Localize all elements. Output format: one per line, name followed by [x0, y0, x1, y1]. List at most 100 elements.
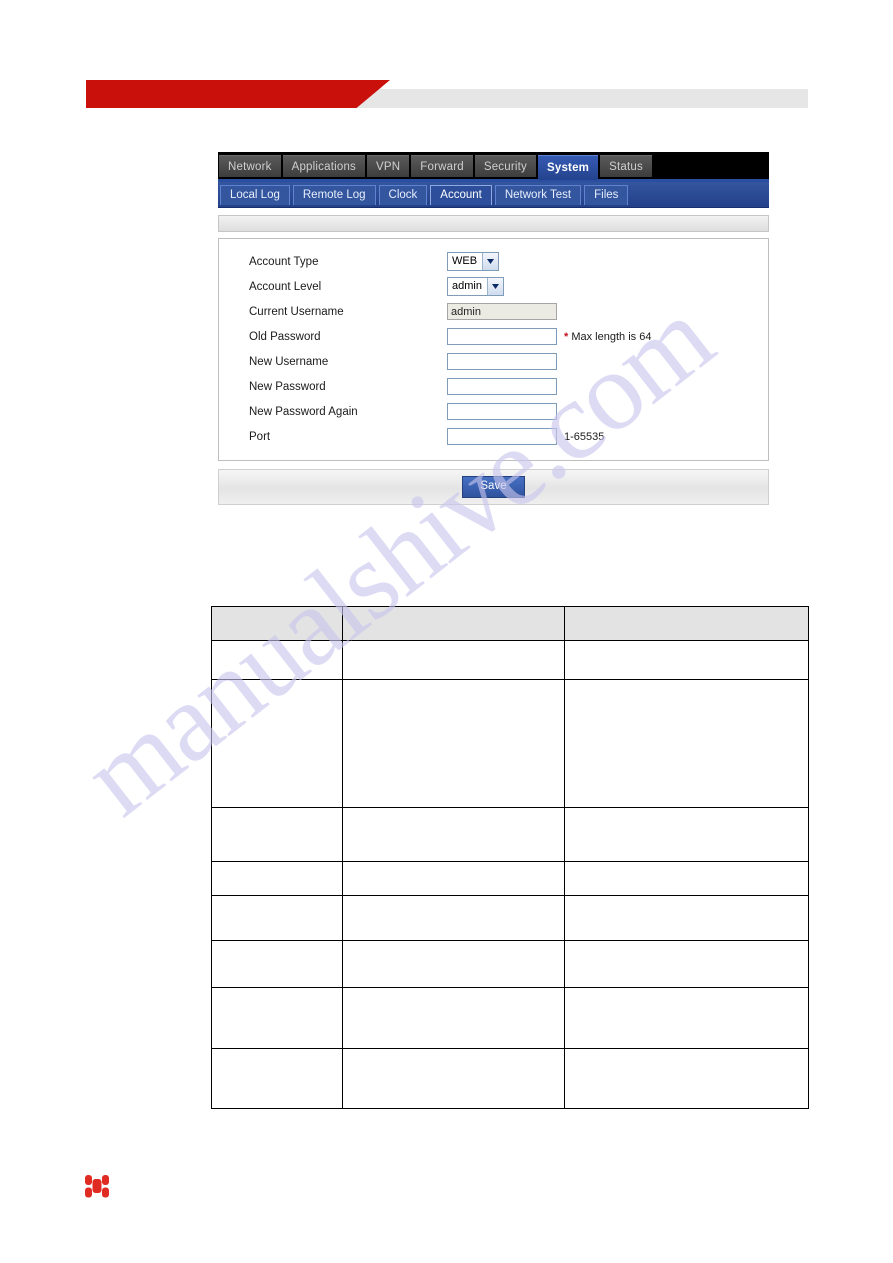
router-web-ui-screenshot: Network Applications VPN Forward Security Sys… — [218, 152, 769, 505]
panel-title-bar — [218, 215, 769, 232]
table-header-row — [210, 606, 810, 641]
label-account-type: Account Type — [249, 255, 319, 268]
main-tab-system[interactable]: System — [537, 155, 599, 180]
sub-tab-account[interactable]: Account — [430, 184, 492, 205]
table-row — [210, 940, 810, 988]
field-wrap-old-password: * Max length is 64 — [447, 328, 651, 345]
main-tab-applications[interactable]: Applications — [282, 155, 365, 177]
field-wrap-new-password-again — [447, 403, 557, 420]
main-tab-security[interactable]: Security — [474, 155, 536, 177]
table-cell — [563, 861, 810, 896]
table-cell — [210, 987, 344, 1049]
label-current-username: Current Username — [249, 305, 344, 318]
form-row-new-username: New Username — [219, 349, 768, 374]
hint-port: 1-65535 — [564, 431, 604, 443]
account-form-panel: Account Type WEB Account Level admin Current… — [218, 238, 769, 461]
label-new-password: New Password — [249, 380, 326, 393]
table-cell — [210, 861, 344, 896]
chevron-down-icon[interactable] — [482, 253, 499, 270]
sub-tab-clock[interactable]: Clock — [378, 184, 428, 205]
hint-text: Max length is 64 — [571, 330, 652, 343]
table-cell — [563, 940, 810, 988]
select-account-type[interactable]: WEB — [447, 252, 500, 271]
table-cell — [210, 940, 344, 988]
table-cell — [210, 1048, 344, 1109]
label-old-password: Old Password — [249, 330, 321, 343]
table-header-cell — [563, 606, 810, 641]
table-cell — [563, 987, 810, 1049]
field-wrap-new-password — [447, 378, 557, 395]
table-cell — [342, 861, 565, 896]
select-account-level[interactable]: admin — [447, 277, 504, 296]
field-wrap-current-username — [447, 303, 557, 320]
main-tab-forward[interactable]: Forward — [411, 155, 473, 177]
label-account-level: Account Level — [249, 280, 322, 293]
table-row — [210, 640, 810, 680]
table-cell — [342, 807, 565, 862]
field-wrap-account-level: admin — [447, 277, 504, 296]
table-row — [210, 807, 810, 862]
form-row-account-type: Account Type WEB — [219, 249, 768, 274]
input-current-username — [447, 303, 557, 320]
table-header-cell — [342, 606, 565, 641]
page-header-banner — [0, 80, 893, 113]
form-action-bar: Save — [218, 469, 769, 505]
hint-old-password: * Max length is 64 — [564, 331, 651, 343]
table-cell — [210, 895, 344, 941]
table-cell — [210, 679, 344, 808]
input-old-password[interactable] — [447, 328, 557, 345]
field-wrap-port: 1-65535 — [447, 428, 604, 445]
table-header-cell — [210, 606, 344, 641]
input-new-username[interactable] — [447, 353, 557, 370]
table-row — [210, 861, 810, 896]
hint-text: 1-65535 — [564, 430, 605, 443]
table-row — [210, 1048, 810, 1109]
specification-table — [210, 606, 810, 1109]
input-new-password-again[interactable] — [447, 403, 557, 420]
input-new-password[interactable] — [447, 378, 557, 395]
table-cell — [563, 895, 810, 941]
select-value-account-level: admin — [452, 280, 482, 292]
table-cell — [342, 640, 565, 680]
form-row-old-password: Old Password * Max length is 64 — [219, 324, 768, 349]
h-logo — [84, 1174, 110, 1202]
table-cell — [210, 807, 344, 862]
table-cell — [342, 1048, 565, 1109]
main-tab-bar: Network Applications VPN Forward Security Sys… — [218, 152, 769, 182]
form-row-account-level: Account Level admin — [219, 274, 768, 299]
main-tab-status[interactable]: Status — [600, 155, 652, 177]
form-row-port: Port 1-65535 — [219, 424, 768, 449]
field-wrap-new-username — [447, 353, 557, 370]
main-tab-vpn[interactable]: VPN — [367, 155, 410, 177]
table-row — [210, 679, 810, 808]
table-row — [210, 987, 810, 1049]
h-logo-icon — [85, 1175, 109, 1198]
form-row-new-password: New Password — [219, 374, 768, 399]
form-row-new-password-again: New Password Again — [219, 399, 768, 424]
form-row-current-username: Current Username — [219, 299, 768, 324]
label-new-password-again: New Password Again — [249, 405, 358, 418]
save-button[interactable]: Save — [462, 476, 525, 498]
input-port[interactable] — [447, 428, 557, 445]
header-red-accent — [86, 80, 390, 108]
select-value-account-type: WEB — [452, 255, 478, 267]
sub-tab-network-test[interactable]: Network Test — [494, 184, 582, 205]
main-tab-network[interactable]: Network — [219, 155, 281, 177]
table-cell — [563, 1048, 810, 1109]
table-cell — [563, 679, 810, 808]
table-cell — [342, 895, 565, 941]
table-cell — [563, 640, 810, 680]
chevron-down-icon[interactable] — [486, 278, 503, 295]
label-port: Port — [249, 430, 271, 443]
table-cell — [563, 807, 810, 862]
table-cell — [342, 987, 565, 1049]
sub-tab-bar: Local Log Remote Log Clock Account Network T… — [218, 182, 769, 208]
table-row — [210, 895, 810, 941]
field-wrap-account-type: WEB — [447, 252, 500, 271]
sub-tab-remote-log[interactable]: Remote Log — [292, 184, 376, 205]
sub-tab-files[interactable]: Files — [584, 184, 629, 205]
sub-tab-local-log[interactable]: Local Log — [220, 184, 290, 205]
table-cell — [342, 679, 565, 808]
table-cell — [342, 940, 565, 988]
label-new-username: New Username — [249, 355, 329, 368]
